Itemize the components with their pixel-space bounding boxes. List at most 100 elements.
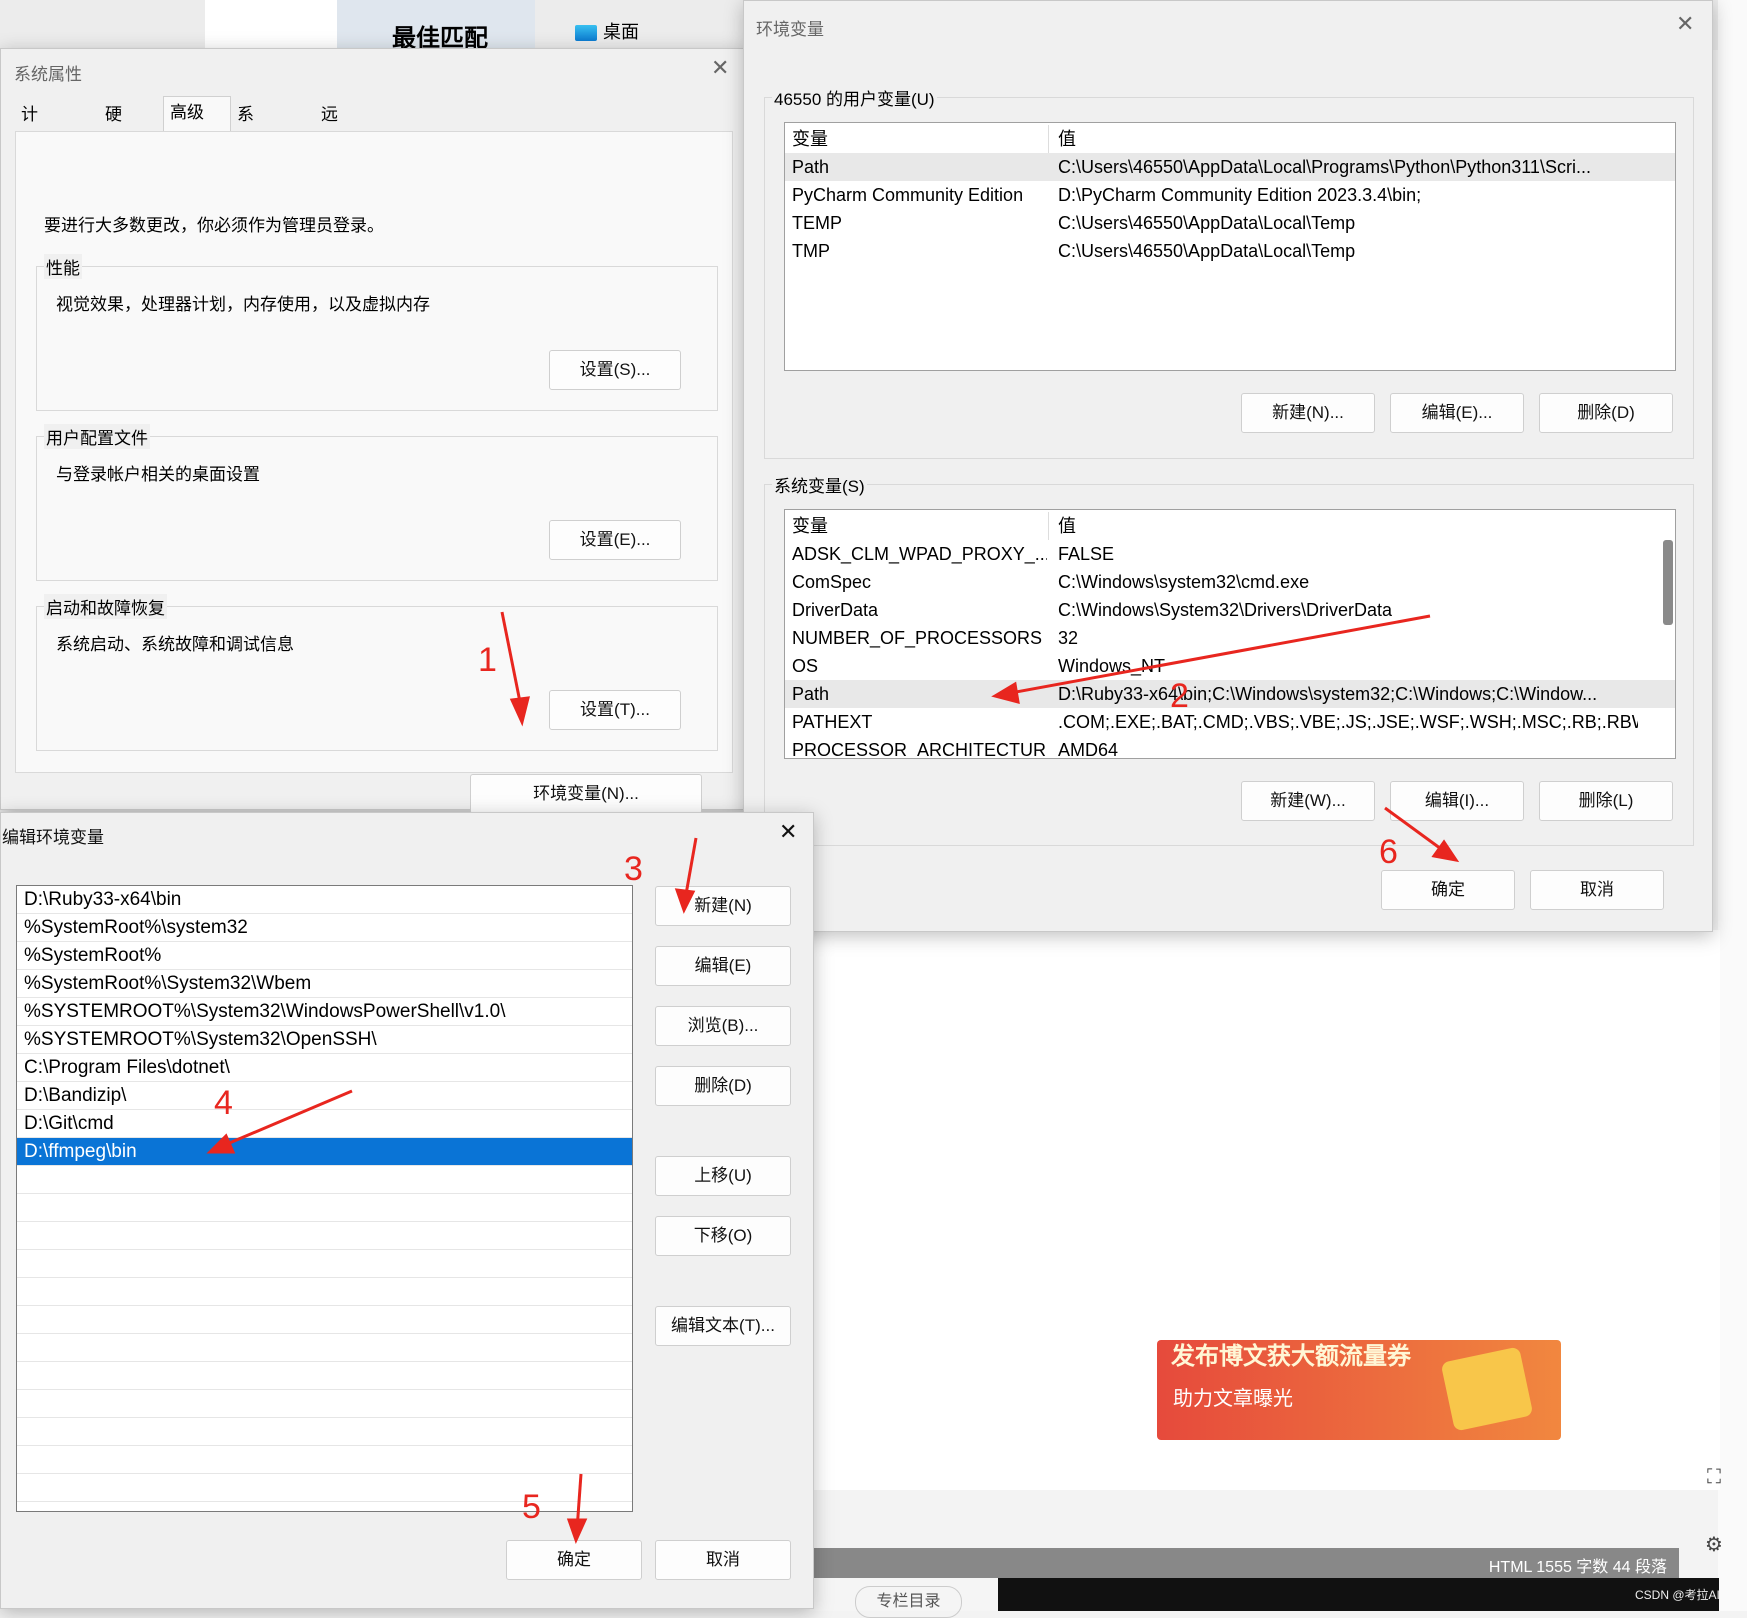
cancel-button[interactable]: 取消 xyxy=(655,1540,791,1580)
table-row[interactable]: PATHEXT .COM;.EXE;.BAT;.CMD;.VBS;.VBE;.JS… xyxy=(785,708,1675,736)
scrollbar[interactable] xyxy=(1663,540,1673,625)
user-profile-settings-button[interactable]: 设置(E)... xyxy=(549,520,681,560)
right-sidebar xyxy=(1718,0,1747,1611)
user-variables-list[interactable]: 变量 值 Path C:\Users\46550\AppData\Local\Pr… xyxy=(784,122,1676,371)
list-item[interactable]: D:\Ruby33-x64\bin xyxy=(17,886,632,914)
path-entries-list[interactable]: D:\Ruby33-x64\bin %SystemRoot%\system32 … xyxy=(16,885,633,1512)
gear-icon[interactable]: ⚙ xyxy=(1700,1532,1728,1560)
user-profile-desc: 与登录帐户相关的桌面设置 xyxy=(56,465,260,484)
advanced-tab-panel: 要进行大多数更改，你必须作为管理员登录。 性能 视觉效果，处理器计划，内存使用，… xyxy=(15,131,733,814)
window-title: 编辑环境变量 xyxy=(2,828,104,847)
screenshot-icon[interactable]: ⛶ xyxy=(1700,1466,1728,1494)
window-title: 环境变量 xyxy=(756,20,824,39)
empty-row xyxy=(17,1362,632,1390)
system-variables-label: 系统变量(S) xyxy=(772,472,867,497)
close-icon[interactable]: ✕ xyxy=(779,819,797,845)
list-item[interactable]: %SYSTEMROOT%\System32\OpenSSH\ xyxy=(17,1026,632,1054)
column-divider xyxy=(1048,512,1049,540)
desktop-item[interactable]: 桌面 xyxy=(575,18,639,44)
empty-row xyxy=(17,1418,632,1446)
ok-button[interactable]: 确定 xyxy=(506,1540,642,1580)
best-match-header: 最佳匹配 xyxy=(337,0,535,52)
table-row[interactable]: Path C:\Users\46550\AppData\Local\Program… xyxy=(785,153,1675,181)
performance-label: 性能 xyxy=(44,254,82,279)
list-item[interactable]: %SYSTEMROOT%\System32\WindowsPowerShell\… xyxy=(17,998,632,1026)
tab-advanced[interactable]: 高级 xyxy=(163,96,231,133)
column-header-name[interactable]: 变量 xyxy=(792,125,1047,153)
edit-text-button[interactable]: 编辑文本(T)... xyxy=(655,1306,791,1346)
empty-row xyxy=(17,1222,632,1250)
promo-banner[interactable]: 发布博文获大额流量券 助力文章曝光 xyxy=(1157,1340,1561,1440)
move-up-button[interactable]: 上移(U) xyxy=(655,1156,791,1196)
system-properties-window: 系统属性 ✕ 计算机名 硬件 高级 系统保护 远程 要进行大多数更改，你必须作为… xyxy=(0,48,746,814)
empty-row xyxy=(17,1334,632,1362)
editor-statusbar: HTML 1555 字数 44 段落 xyxy=(810,1548,1679,1578)
tab-computer-name[interactable]: 计算机名 xyxy=(21,99,38,220)
ok-button[interactable]: 确定 xyxy=(1381,870,1515,910)
tab-remote[interactable]: 远程 xyxy=(321,99,338,156)
list-item[interactable]: %SystemRoot%\System32\Wbem xyxy=(17,970,632,998)
annotation-number: 2 xyxy=(1170,677,1189,715)
watermark: CSDN @考拉AI xyxy=(1635,1588,1720,1602)
user-new-button[interactable]: 新建(N)... xyxy=(1241,393,1375,433)
table-row[interactable]: ComSpec C:\Windows\system32\cmd.exe xyxy=(785,568,1675,596)
desktop-folder-icon xyxy=(575,25,597,42)
empty-row xyxy=(17,1306,632,1334)
user-edit-button[interactable]: 编辑(E)... xyxy=(1390,393,1524,433)
table-row[interactable]: OS Windows_NT xyxy=(785,652,1675,680)
table-row[interactable]: PyCharm Community Edition D:\PyCharm Comm… xyxy=(785,181,1675,209)
empty-row xyxy=(17,1390,632,1418)
move-down-button[interactable]: 下移(O) xyxy=(655,1216,791,1256)
column-toc-button[interactable]: 专栏目录 xyxy=(855,1586,962,1618)
table-row[interactable]: PROCESSOR_ARCHITECTURE AMD64 xyxy=(785,736,1675,758)
list-item[interactable]: D:\Bandizip\ xyxy=(17,1082,632,1110)
system-edit-button[interactable]: 编辑(I)... xyxy=(1390,781,1524,821)
admin-note: 要进行大多数更改，你必须作为管理员登录。 xyxy=(44,216,384,235)
system-new-button[interactable]: 新建(W)... xyxy=(1241,781,1375,821)
close-icon[interactable]: ✕ xyxy=(1676,11,1694,37)
startup-settings-button[interactable]: 设置(T)... xyxy=(549,690,681,730)
table-row[interactable]: TEMP C:\Users\46550\AppData\Local\Temp xyxy=(785,209,1675,237)
empty-row xyxy=(17,1250,632,1278)
empty-row xyxy=(17,1278,632,1306)
column-divider xyxy=(1048,125,1049,153)
table-row[interactable]: NUMBER_OF_PROCESSORS 32 xyxy=(785,624,1675,652)
user-variables-label: 46550 的用户变量(U) xyxy=(772,85,937,110)
list-item[interactable]: D:\Git\cmd xyxy=(17,1110,632,1138)
environment-variables-button[interactable]: 环境变量(N)... xyxy=(470,774,702,814)
performance-settings-button[interactable]: 设置(S)... xyxy=(549,350,681,390)
list-header: 变量 值 xyxy=(785,125,1675,153)
system-variables-list[interactable]: 变量 值 ADSK_CLM_WPAD_PROXY_... FALSE ComSpe… xyxy=(784,509,1676,759)
list-item-selected[interactable]: D:\ffmpeg\bin xyxy=(17,1138,632,1166)
column-header-value[interactable]: 值 xyxy=(1058,125,1638,153)
edit-entry-button[interactable]: 编辑(E) xyxy=(655,946,791,986)
new-entry-button[interactable]: 新建(N) xyxy=(655,886,791,926)
empty-row xyxy=(17,1194,632,1222)
table-row[interactable]: Path D:\Ruby33-x64\bin;C:\Windows\system3… xyxy=(785,680,1675,708)
column-header-value[interactable]: 值 xyxy=(1058,512,1638,540)
list-item[interactable]: %SystemRoot%\system32 xyxy=(17,914,632,942)
table-row[interactable]: ADSK_CLM_WPAD_PROXY_... FALSE xyxy=(785,540,1675,568)
column-header-name[interactable]: 变量 xyxy=(792,512,1047,540)
environment-variables-window: 环境变量 ✕ 46550 的用户变量(U) 变量 值 Path C:\Users\… xyxy=(743,0,1713,932)
dark-footer xyxy=(998,1578,1719,1611)
table-row[interactable]: DriverData C:\Windows\System32\Drivers\Dr… xyxy=(785,596,1675,624)
user-delete-button[interactable]: 删除(D) xyxy=(1539,393,1673,433)
annotation-number: 6 xyxy=(1379,833,1398,871)
performance-desc: 视觉效果，处理器计划，内存使用，以及虚拟内存 xyxy=(56,295,430,314)
list-header: 变量 值 xyxy=(785,512,1675,540)
tab-system-protection[interactable]: 系统保护 xyxy=(237,99,254,220)
cancel-button[interactable]: 取消 xyxy=(1530,870,1664,910)
tab-hardware[interactable]: 硬件 xyxy=(105,99,122,156)
delete-entry-button[interactable]: 删除(D) xyxy=(655,1066,791,1106)
browse-button[interactable]: 浏览(B)... xyxy=(655,1006,791,1046)
list-item[interactable]: %SystemRoot% xyxy=(17,942,632,970)
coupon-icon xyxy=(1440,1346,1534,1432)
system-delete-button[interactable]: 删除(L) xyxy=(1539,781,1673,821)
close-icon[interactable]: ✕ xyxy=(711,55,729,81)
list-item[interactable]: C:\Program Files\dotnet\ xyxy=(17,1054,632,1082)
annotation-number: 4 xyxy=(214,1084,233,1122)
annotation-number: 5 xyxy=(522,1488,541,1526)
empty-row xyxy=(17,1446,632,1474)
table-row[interactable]: TMP C:\Users\46550\AppData\Local\Temp xyxy=(785,237,1675,265)
